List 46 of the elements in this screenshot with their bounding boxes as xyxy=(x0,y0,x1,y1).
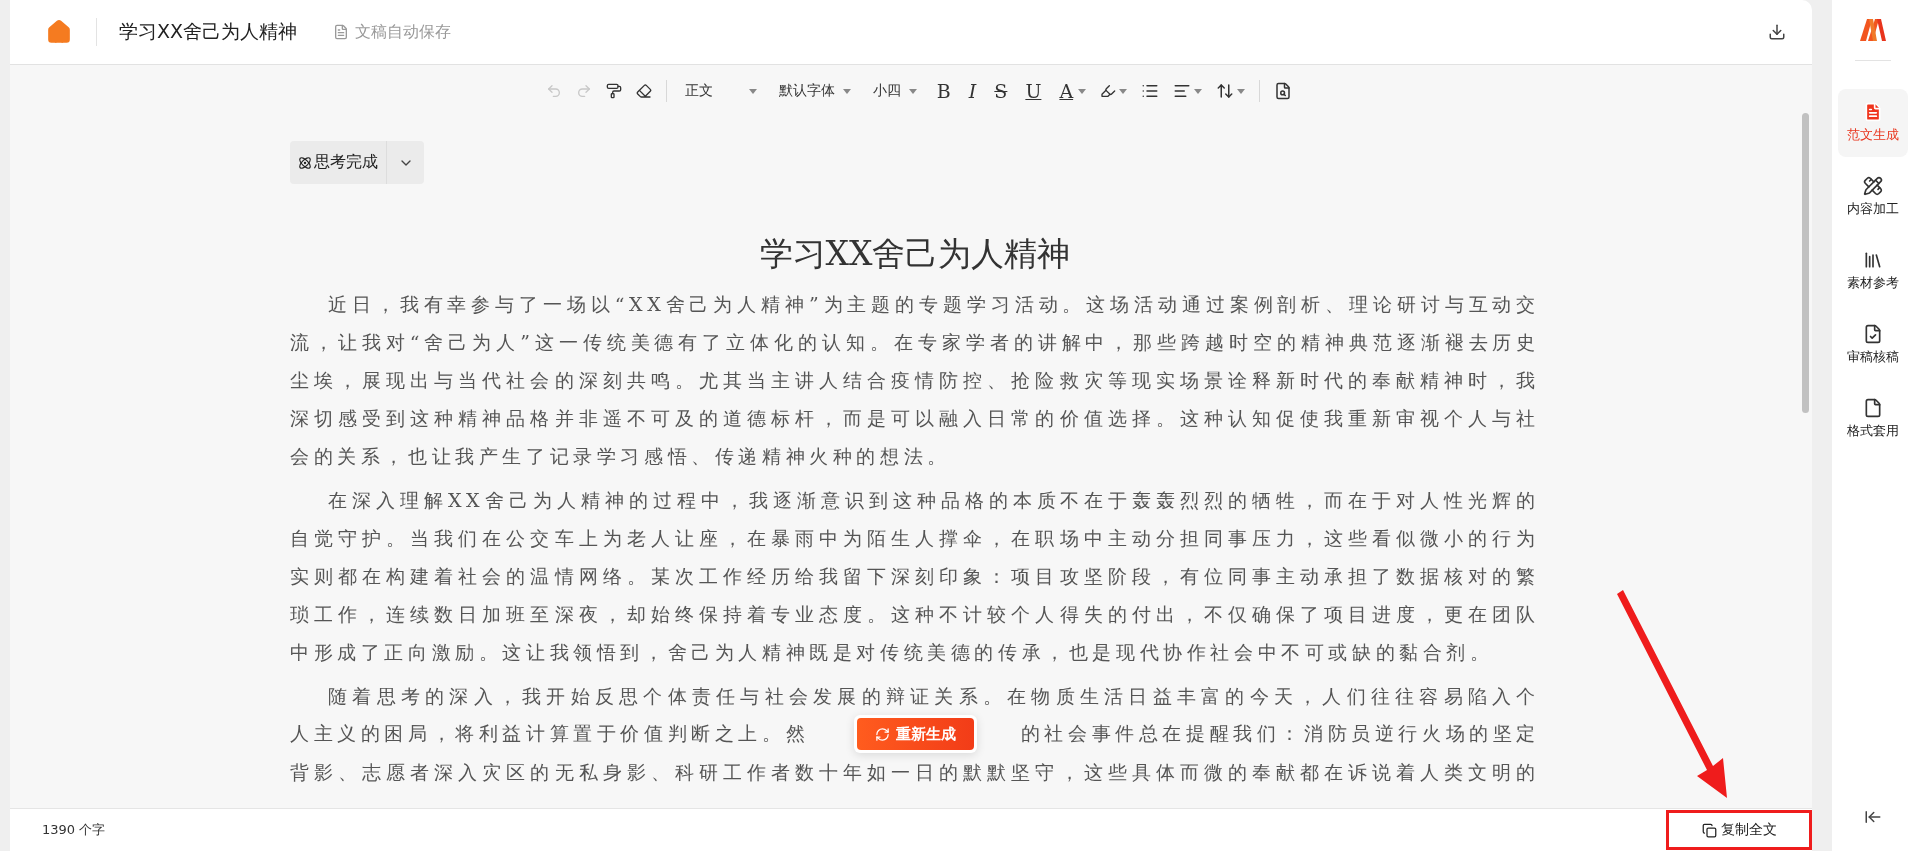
home-icon[interactable] xyxy=(46,19,72,45)
article-line: 人主义的困局，将利益计算置于价值判断之上。然 xyxy=(290,721,810,746)
collapse-icon xyxy=(1864,808,1882,826)
article-title: 学习XX舍己为人精神 xyxy=(758,233,1072,275)
highlighter-icon[interactable] xyxy=(1100,83,1117,99)
format-painter-icon[interactable] xyxy=(605,83,622,99)
article-line: 随着思考的深入，我开始反思个体责任与社会发展的辩证关系。在物质生活日益丰富的今天，人们往往容易陷入个 xyxy=(327,684,1540,709)
find-icon[interactable] xyxy=(1274,82,1293,100)
underline-button[interactable]: U xyxy=(1023,80,1044,102)
sidebar-item[interactable]: 审稿核稿 xyxy=(1838,311,1908,379)
sidebar-item[interactable]: 格式套用 xyxy=(1838,385,1908,453)
align-left-icon[interactable] xyxy=(1173,82,1192,100)
word-count: 1390 个字 xyxy=(42,821,106,839)
atom-icon xyxy=(298,155,312,170)
refresh-icon xyxy=(874,726,890,742)
autosave-status: 文稿自动保存 xyxy=(355,21,452,43)
sidebar-item[interactable]: 范文生成 xyxy=(1838,89,1908,157)
font-size-dropdown[interactable]: 小四 xyxy=(868,82,921,100)
bold-button[interactable]: B xyxy=(934,80,953,102)
sidebar-item[interactable]: 内容加工 xyxy=(1838,163,1908,231)
copy-icon xyxy=(1701,822,1717,838)
article-paragraph: 在深入理解XX舍己为人精神的过程中，我逐渐意识到这种品格的本质不在于轰轰烈烈的牺牲，而在于对人性光辉的自觉守护。当我们在公交车上为老人让座，在暴雨中为陌生人撑伞，在职场中主动分担同事压力，这些看似微小的行为实则都在构建着社会的温情网络。某次工作经历给我留下深刻印象：项目攻坚阶段，有位同事主动承担了数据核对的繁琐工作，连续数日加班至深夜，却始终保持着专业态度。这种不计较个人得失的付出，不仅确保了项目进度，更在团队中形成了正向激励。这让我领悟到，舍己为人精神既是对传统美德的传承，也是现代协作社会中不可或缺的黏合剂。 xyxy=(290,488,1540,665)
document-icon xyxy=(1863,102,1883,122)
font-dropdown[interactable]: 默认字体 xyxy=(774,82,855,100)
article-paragraph: 近日，我有幸参与了一场以“XX舍己为人精神”为主题的专题学习活动。这场活动通过案例剖析、理论研讨与互动交流，让我对“舍己为人”这一传统美德有了立体化的认知。在专家学者的讲解中，那些跨越时空的精神典范逐渐褪去历史尘埃，展现出与当代社会的深刻共鸣。尤其当主讲人结合疫情防控、抢险救灾等现实场景诠释新时代的奉献精神时，我深切感受到这种精神品格并非遥不可及的道德标杆，而是可以融入日常的价值选择。这种认知促使我重新审视个人与社会的关系，也让我产生了记录学习感悟、传递精神火种的想法。 xyxy=(290,292,1540,469)
pencil-ruler-icon xyxy=(1863,176,1883,196)
paragraph-style-dropdown[interactable]: 正文 xyxy=(680,82,761,100)
checked-file-icon xyxy=(1863,324,1883,344)
copy-all-button[interactable]: 复制全文 xyxy=(1666,810,1812,850)
list-icon[interactable] xyxy=(1141,82,1160,100)
books-icon xyxy=(1863,250,1883,270)
article-line: 背影、志愿者深入灾区的无私身影、科研工作者数十年如一日的默默坚守，这些具体而微的奉献都在诉说着人类文明的 xyxy=(290,760,1540,785)
article-line: 的社会事件总在提醒我们：消防员逆行火场的坚定 xyxy=(1020,721,1540,746)
logo-icon xyxy=(1860,19,1886,41)
line-spacing-icon[interactable] xyxy=(1216,82,1235,100)
font-color-button[interactable]: A xyxy=(1057,80,1076,102)
download-icon xyxy=(1768,23,1786,41)
regenerate-button[interactable]: 重新生成 xyxy=(856,718,974,750)
eraser-icon[interactable] xyxy=(635,83,652,99)
document-title: 学习XX舍己为人精神 xyxy=(119,19,298,44)
italic-button[interactable]: I xyxy=(966,80,979,102)
file-icon xyxy=(1863,398,1883,418)
sidebar-item[interactable]: 素材参考 xyxy=(1838,237,1908,305)
scrollbar-thumb[interactable] xyxy=(1801,113,1809,413)
strike-button[interactable]: S xyxy=(992,80,1010,102)
document-icon xyxy=(333,24,350,40)
